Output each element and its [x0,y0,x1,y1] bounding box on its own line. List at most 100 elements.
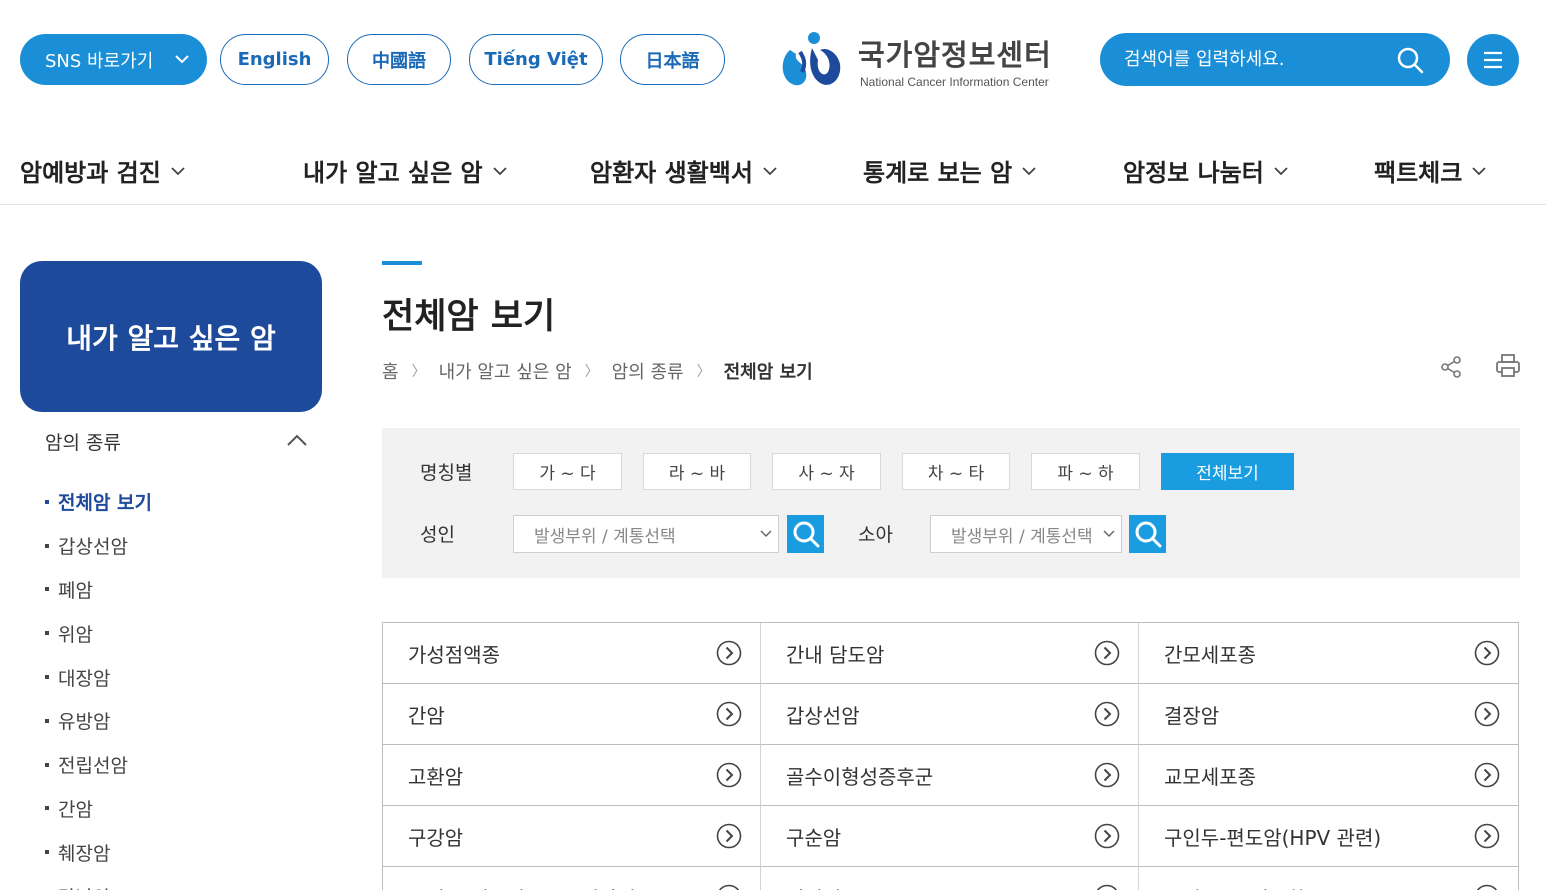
lang-vietnamese-button[interactable]: Tiếng Việt [469,34,603,85]
gnb-prevention[interactable]: 암예방과 검진 [20,153,185,188]
gnb-label: 내가 알고 싶은 암 [303,159,483,187]
chevron-right-circle-icon [1474,640,1500,666]
cancer-list-item[interactable]: 결장암 [1139,684,1519,745]
range-button-ga-da[interactable]: 가 ~ 다 [513,453,622,490]
gnb-sharing[interactable]: 암정보 나눔터 [1123,153,1288,188]
logo-mark-icon [782,32,841,86]
cancer-list-grid: 가성점액종 간내 담도암 간모세포종간암 갑상선암 결장암고환암 골수이형성증후군 교모세포… [382,622,1519,890]
filter-panel: 명칭별 가 ~ 다 라 ~ 바 사 ~ 자 차 ~ 타 파 ~ 하 전체보기 성… [382,428,1520,578]
cancer-list-item[interactable]: 갑상선암 [761,684,1139,745]
cancer-name: 간모세포종 [1164,642,1256,667]
print-icon[interactable] [1495,353,1521,379]
lang-english-button[interactable]: English [220,34,329,85]
gnb-patient-life[interactable]: 암환자 생활백서 [590,153,777,188]
sidebar-item-lung[interactable]: 폐암 [45,568,152,612]
sidebar-item-pancreas[interactable]: 췌장암 [45,830,152,874]
breadcrumb-home[interactable]: 홈 [382,358,399,384]
sidebar-item-thyroid[interactable]: 갑상선암 [45,524,152,568]
sidebar-list: 전체암 보기 갑상선암 폐암 위암 대장암 유방암 전립선암 간암 췌장암 담낭… [45,480,152,890]
cancer-list-item[interactable]: 구인두-편도암(HPV 비관련) [382,867,761,890]
sidebar-group-toggle[interactable]: 암의 종류 [45,428,307,458]
adult-site-select-value: 발생부위 / 계통선택 [534,526,676,547]
range-button-cha-ta[interactable]: 차 ~ 타 [902,453,1010,490]
lang-chinese-button[interactable]: 中國語 [347,34,451,85]
child-search-button[interactable] [1129,515,1166,553]
child-site-select-value: 발생부위 / 계통선택 [951,526,1093,547]
chevron-down-icon [1103,530,1115,538]
site-logo[interactable]: 국가암정보센터 National Cancer Information Cent… [778,28,1051,92]
lang-japanese-button[interactable]: 日本語 [620,34,725,85]
adult-search-button[interactable] [787,515,824,553]
breadcrumb-separator-icon: 〉 [584,364,599,380]
search-input[interactable] [1124,43,1394,75]
chevron-right-circle-icon [1094,640,1120,666]
sidebar-item-colorectal[interactable]: 대장암 [45,655,152,699]
adult-site-select[interactable]: 발생부위 / 계통선택 [513,515,779,553]
cancer-list-item[interactable]: 간내 담도암 [761,623,1139,684]
gnb-factcheck[interactable]: 팩트체크 [1374,153,1486,188]
child-site-select[interactable]: 발생부위 / 계통선택 [930,515,1122,553]
cancer-name: 귀신경종 [786,883,860,890]
sidebar-item-liver[interactable]: 간암 [45,787,152,831]
sidebar-item-prostate[interactable]: 전립선암 [45,743,152,787]
cancer-list-item[interactable]: 가성점액종 [382,623,761,684]
sidebar-group-label: 암의 종류 [45,432,121,454]
range-button-ra-ba[interactable]: 라 ~ 바 [643,453,751,490]
search-icon [1135,521,1162,548]
cancer-name: 구인두-편도암(HPV 비관련) [408,883,644,890]
gnb-statistics[interactable]: 통계로 보는 암 [863,153,1036,188]
range-button-all[interactable]: 전체보기 [1161,453,1294,490]
chevron-down-icon [1472,166,1486,175]
gnb-label: 통계로 보는 암 [863,159,1013,187]
cancer-list-item[interactable]: 구인두-편도암(HPV 관련) [1139,806,1519,867]
cancer-list-item[interactable]: 교모세포종 [1139,745,1519,806]
global-nav: 암예방과 검진 내가 알고 싶은 암 암환자 생활백서 통계로 보는 암 암정보… [0,120,1546,205]
filter-child-label: 소아 [858,524,893,546]
cancer-name: 갑상선암 [786,703,860,728]
chevron-right-circle-icon [1094,762,1120,788]
search-box [1100,33,1450,86]
sns-shortcut-button[interactable]: SNS 바로가기 [20,34,207,85]
breadcrumb-current: 전체암 보기 [723,362,813,383]
cancer-list-item[interactable]: 고환암 [382,745,761,806]
menu-button[interactable] [1467,34,1519,86]
chevron-right-circle-icon [1094,701,1120,727]
cancer-name: 근시 골수 섬유화증 [1164,883,1324,890]
sidebar-item-breast[interactable]: 유방암 [45,699,152,743]
cancer-list-item[interactable]: 구강암 [382,806,761,867]
cancer-name: 결장암 [1164,703,1220,728]
breadcrumb-item[interactable]: 내가 알고 싶은 암 [439,358,572,384]
cancer-list-item[interactable]: 귀신경종 [761,867,1139,890]
chevron-down-icon [1274,166,1288,175]
logo-subtitle: National Cancer Information Center [860,75,1049,89]
chevron-down-icon [171,166,185,175]
cancer-list-item[interactable]: 근시 골수 섬유화증 [1139,867,1519,890]
top-header: SNS 바로가기 English 中國語 Tiếng Việt 日本語 국가암정… [0,0,1546,120]
hamburger-icon [1484,51,1502,69]
cancer-name: 구인두-편도암(HPV 관련) [1164,825,1382,850]
cancer-list-item[interactable]: 구순암 [761,806,1139,867]
chevron-right-circle-icon [716,762,742,788]
cancer-list-item[interactable]: 골수이형성증후군 [761,745,1139,806]
sidebar-item-gallbladder[interactable]: 담낭암 [45,874,152,890]
filter-name-label: 명칭별 [420,462,473,484]
sidebar-item-all[interactable]: 전체암 보기 [45,480,152,524]
breadcrumb-separator-icon: 〉 [696,364,711,380]
chevron-down-icon [760,530,772,538]
search-icon[interactable] [1396,46,1424,74]
sidebar-item-stomach[interactable]: 위암 [45,611,152,655]
page-title: 전체암 보기 [382,297,556,337]
share-icon[interactable] [1439,355,1463,379]
range-button-pa-ha[interactable]: 파 ~ 하 [1031,453,1140,490]
range-button-sa-ja[interactable]: 사 ~ 자 [772,453,881,490]
chevron-right-circle-icon [1094,823,1120,849]
gnb-cancer-info[interactable]: 내가 알고 싶은 암 [303,153,507,188]
cancer-list-item[interactable]: 간모세포종 [1139,623,1519,684]
chevron-right-circle-icon [716,701,742,727]
cancer-name: 골수이형성증후군 [786,764,934,789]
gnb-label: 암예방과 검진 [20,159,161,187]
cancer-list-item[interactable]: 간암 [382,684,761,745]
breadcrumb-item[interactable]: 암의 종류 [612,358,684,384]
chevron-down-icon [1022,166,1036,175]
gnb-label: 팩트체크 [1374,159,1463,187]
